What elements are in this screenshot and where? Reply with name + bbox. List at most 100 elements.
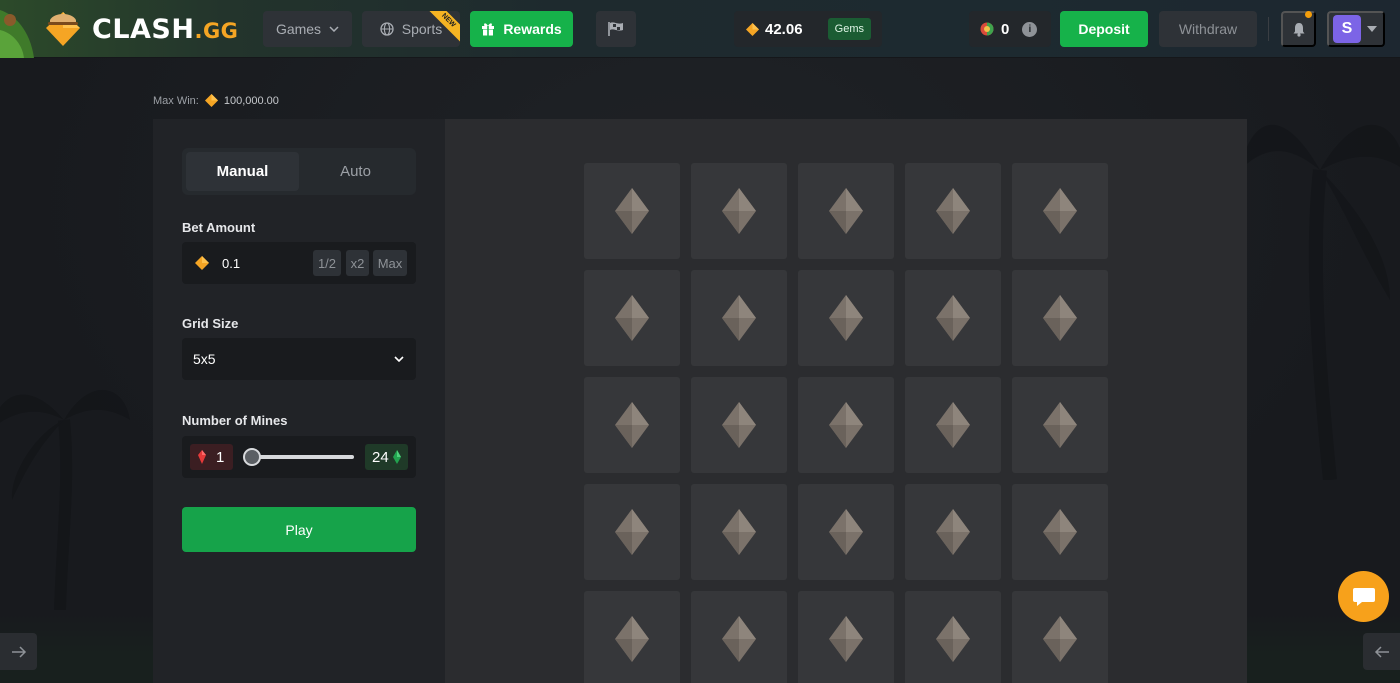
chat-bubble-icon — [1352, 587, 1375, 606]
nav-games-button[interactable]: Games — [263, 11, 352, 47]
nav-sports-label: Sports — [401, 21, 443, 37]
arrow-right-icon — [11, 645, 26, 658]
globe-icon — [380, 22, 394, 36]
currency-badge[interactable]: Gems — [827, 18, 871, 40]
expand-left-button[interactable] — [0, 633, 37, 670]
mine-tile[interactable] — [905, 591, 1001, 683]
bet-half-button[interactable]: 1/2 — [313, 250, 341, 276]
bomb-icon — [198, 450, 206, 464]
mine-tile[interactable] — [691, 377, 787, 473]
mine-tile[interactable] — [1012, 591, 1108, 683]
gem-icon — [746, 22, 759, 36]
mine-tile[interactable] — [691, 270, 787, 366]
grid-size-value: 5x5 — [193, 351, 216, 367]
coins-balance[interactable]: 0 i — [969, 11, 1051, 47]
nav-games-label: Games — [275, 21, 322, 37]
mine-tile[interactable] — [584, 270, 680, 366]
diamond-icon — [936, 295, 970, 341]
mine-tile[interactable] — [1012, 484, 1108, 580]
brand-logo[interactable]: CLASH.GG — [0, 0, 238, 58]
diamond-icon — [936, 402, 970, 448]
mine-tile[interactable] — [905, 270, 1001, 366]
diamond-icon — [1043, 188, 1077, 234]
diamond-icon — [829, 295, 863, 341]
brand-tld: .GG — [194, 19, 239, 43]
mine-tile[interactable] — [798, 377, 894, 473]
mine-tile[interactable] — [798, 591, 894, 683]
diamond-icon — [615, 295, 649, 341]
grid-size-select[interactable]: 5x5 — [182, 338, 416, 380]
nav-rewards-label: Rewards — [503, 21, 562, 37]
diamond-icon — [936, 616, 970, 662]
top-nav: CLASH.GG Games Sports NEW Rewards 42.06 … — [0, 0, 1400, 58]
mine-tile[interactable] — [905, 163, 1001, 259]
mine-tile[interactable] — [905, 484, 1001, 580]
brand-name: CLASH — [92, 14, 195, 45]
user-menu-button[interactable]: S — [1327, 11, 1385, 47]
diamond-icon — [1043, 402, 1077, 448]
treasure-gem-icon — [46, 12, 80, 46]
nav-divider — [1268, 17, 1269, 41]
mine-tile[interactable] — [584, 484, 680, 580]
diamond-icon — [829, 188, 863, 234]
bet-double-button[interactable]: x2 — [346, 250, 369, 276]
nav-race-button[interactable] — [596, 11, 636, 47]
mine-tile[interactable] — [1012, 270, 1108, 366]
play-button[interactable]: Play — [182, 507, 416, 552]
diamond-icon — [722, 509, 756, 555]
deposit-button[interactable]: Deposit — [1060, 11, 1148, 47]
mine-tile[interactable] — [691, 163, 787, 259]
chevron-down-icon — [329, 26, 339, 32]
gems-count: 24 — [372, 448, 389, 466]
diamond-icon — [829, 616, 863, 662]
chevron-down-icon — [394, 356, 404, 362]
mine-tile[interactable] — [584, 377, 680, 473]
mine-tile[interactable] — [584, 163, 680, 259]
palm-silhouette-left-icon — [0, 390, 130, 610]
mine-tile[interactable] — [1012, 163, 1108, 259]
mine-tile[interactable] — [584, 591, 680, 683]
bet-control-panel: Manual Auto Bet Amount 1/2 x2 Max Grid S… — [153, 119, 445, 683]
diamond-icon — [615, 188, 649, 234]
bet-max-button[interactable]: Max — [373, 250, 407, 276]
mine-tile[interactable] — [905, 377, 1001, 473]
mine-tile[interactable] — [691, 591, 787, 683]
grid-size-label: Grid Size — [182, 316, 239, 331]
expand-right-button[interactable] — [1363, 633, 1400, 670]
coins-value: 0 — [1001, 20, 1010, 38]
mines-slider-thumb[interactable] — [243, 448, 261, 466]
wallet-balance[interactable]: 42.06 Gems — [734, 11, 882, 47]
mine-tile[interactable] — [798, 163, 894, 259]
nav-rewards-button[interactable]: Rewards — [470, 11, 573, 47]
max-win: Max Win: 100,000.00 — [153, 94, 279, 107]
mine-tile[interactable] — [798, 484, 894, 580]
diamond-icon — [615, 402, 649, 448]
withdraw-button[interactable]: Withdraw — [1159, 11, 1257, 47]
mine-tile[interactable] — [691, 484, 787, 580]
diamond-icon — [722, 188, 756, 234]
diamond-icon — [1043, 616, 1077, 662]
info-icon[interactable]: i — [1022, 21, 1038, 37]
tab-auto[interactable]: Auto — [299, 152, 412, 191]
diamond-icon — [1043, 295, 1077, 341]
gem-icon — [195, 256, 209, 270]
mine-tile[interactable] — [798, 270, 894, 366]
nav-sports-button[interactable]: Sports NEW — [362, 11, 460, 47]
gift-icon — [482, 23, 495, 36]
mines-count-badge: 1 — [190, 444, 233, 470]
bet-amount-input[interactable] — [222, 255, 302, 271]
diamond-icon — [936, 188, 970, 234]
mines-label: Number of Mines — [182, 413, 288, 428]
mine-tile[interactable] — [1012, 377, 1108, 473]
brand-wordmark: CLASH.GG — [92, 14, 238, 45]
chat-button[interactable] — [1338, 571, 1389, 622]
notifications-button[interactable] — [1281, 11, 1316, 47]
diamond-icon — [722, 295, 756, 341]
max-win-value: 100,000.00 — [223, 94, 279, 107]
gems-count-badge: 24 — [365, 444, 408, 470]
diamond-icon — [829, 402, 863, 448]
tab-manual[interactable]: Manual — [186, 152, 299, 191]
mines-selector: 1 24 — [182, 436, 416, 478]
diamond-icon — [936, 509, 970, 555]
mines-slider-track[interactable] — [246, 455, 354, 459]
